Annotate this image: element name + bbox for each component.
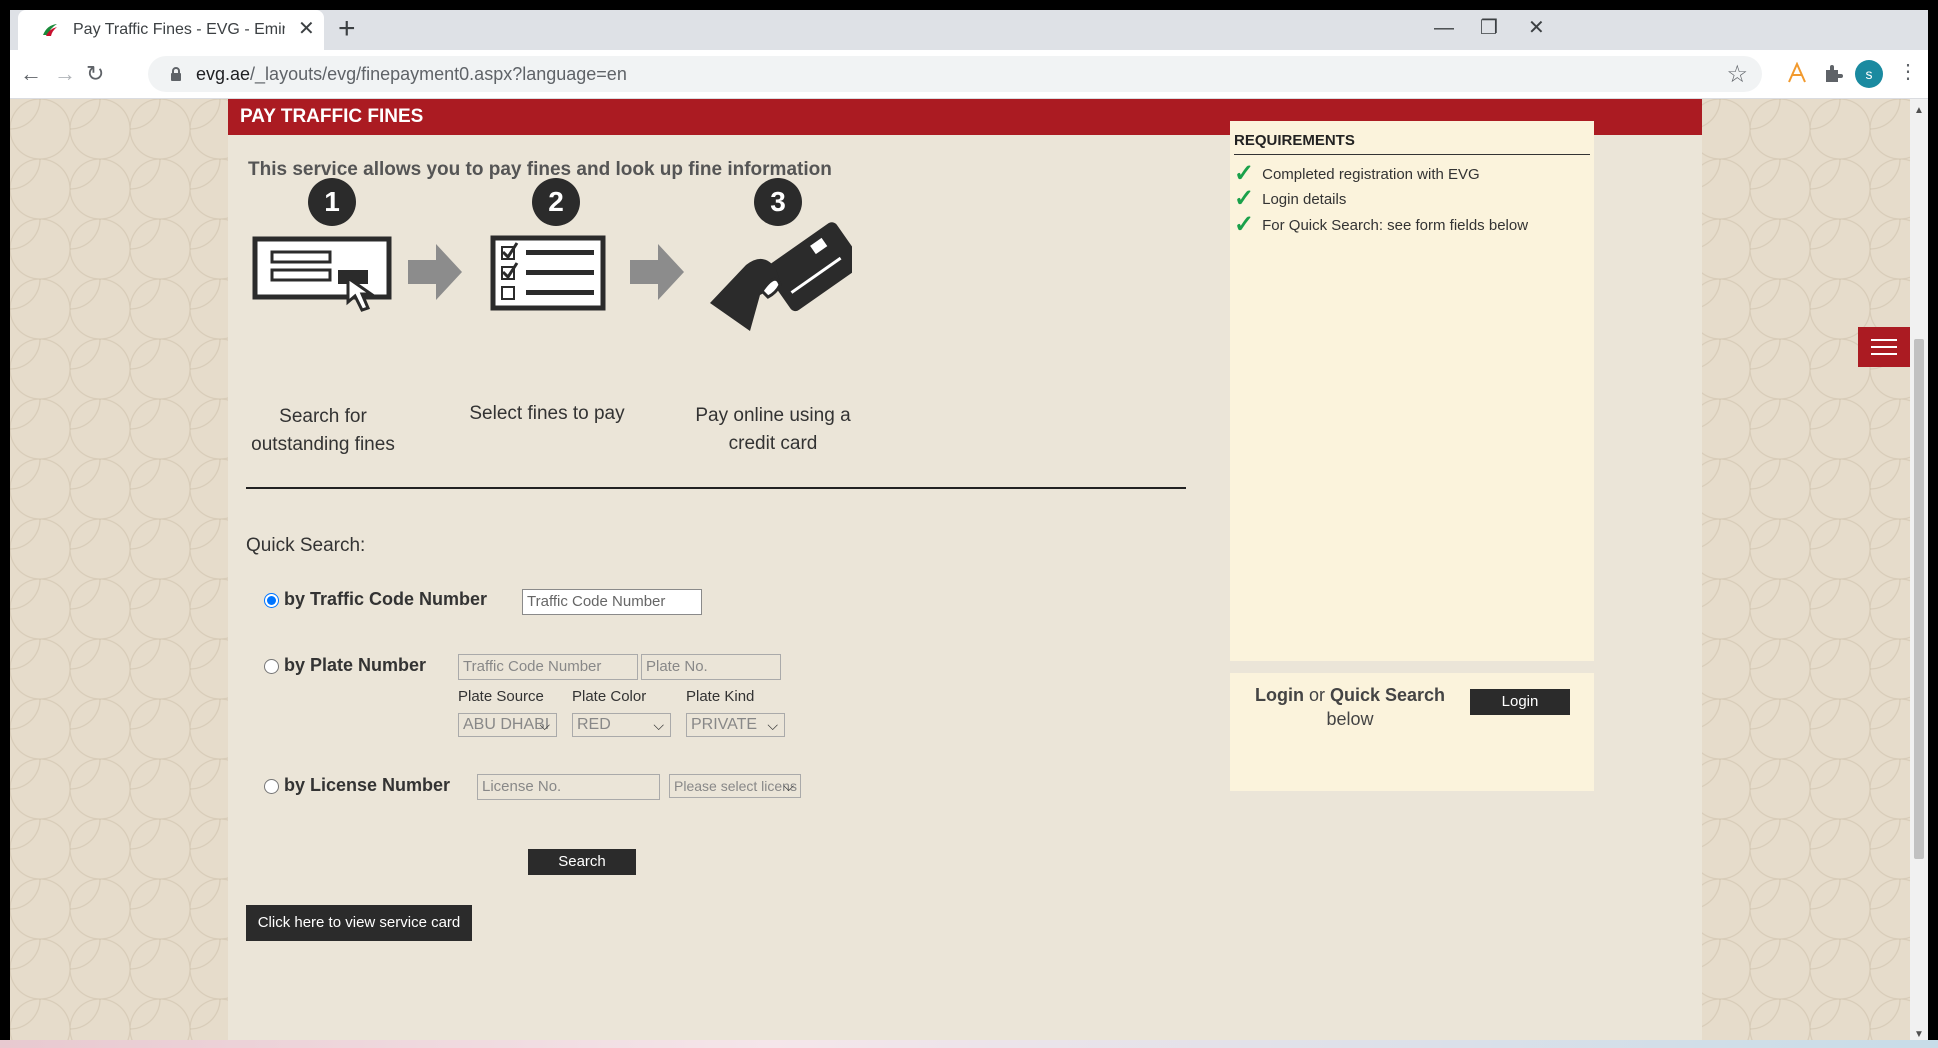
url-text: evg.ae/_layouts/evg/finepayment0.aspx?la… xyxy=(196,64,627,84)
credit-card-hand-icon xyxy=(710,222,852,331)
plate-traffic-code-input[interactable]: Traffic Code Number xyxy=(458,654,638,680)
page-scrollbar[interactable]: ▲ ▼ xyxy=(1910,99,1928,1048)
back-icon[interactable]: ← xyxy=(20,61,42,87)
step-1-label: Search for outstanding fines xyxy=(251,406,395,455)
plate-number-radio[interactable] xyxy=(264,659,279,674)
step-3-number: 3 xyxy=(754,178,802,226)
search-form-icon xyxy=(252,236,392,312)
forward-icon[interactable]: → xyxy=(54,61,76,87)
requirements-panel: REQUIREMENTS ✓ Completed registration wit… xyxy=(1230,121,1594,661)
page-viewport: PAY TRAFFIC FINES This service allows yo… xyxy=(10,99,1910,1048)
step-2-number: 2 xyxy=(532,178,580,226)
requirement-item: ✓ For Quick Search: see form fields below xyxy=(1234,211,1529,238)
requirements-divider xyxy=(1234,154,1590,155)
profile-avatar[interactable]: s xyxy=(1855,60,1883,88)
step-1-number: 1 xyxy=(308,178,356,226)
license-number-option-label[interactable]: by License Number xyxy=(284,775,450,796)
traffic-code-radio[interactable] xyxy=(264,593,279,608)
extension-a-icon[interactable] xyxy=(1786,62,1808,84)
traffic-code-input[interactable]: Traffic Code Number xyxy=(522,589,702,615)
checkmark-icon: ✓ xyxy=(1234,160,1255,187)
license-type-select[interactable]: Please select licens ⌵ xyxy=(669,774,801,798)
browser-menu-icon[interactable]: ⋮ xyxy=(1898,62,1918,82)
login-panel: Login or Quick Search below Login xyxy=(1230,673,1594,791)
plate-kind-select[interactable]: PRIVATE ⌵ xyxy=(686,713,785,737)
section-divider xyxy=(246,487,1186,489)
address-bar[interactable]: evg.ae/_layouts/evg/finepayment0.aspx?la… xyxy=(148,56,1762,92)
service-card-button[interactable]: Click here to view service card xyxy=(246,905,472,941)
step-3-label: Pay online using a credit card xyxy=(695,405,851,454)
requirements-title: REQUIREMENTS xyxy=(1234,132,1355,149)
tab-title: Pay Traffic Fines - EVG - Emirates xyxy=(73,21,285,38)
extensions-puzzle-icon[interactable] xyxy=(1822,62,1844,84)
minimize-icon[interactable]: — xyxy=(1434,16,1454,40)
search-button[interactable]: Search xyxy=(528,849,636,875)
restore-icon[interactable]: ❐ xyxy=(1480,16,1498,40)
license-no-input[interactable]: License No. xyxy=(477,774,660,800)
quick-search-title: Quick Search: xyxy=(246,535,366,556)
plate-number-option-label[interactable]: by Plate Number xyxy=(284,655,426,676)
plate-kind-label: Plate Kind xyxy=(686,688,755,705)
taskbar-strip xyxy=(0,1040,1938,1048)
hamburger-menu-icon[interactable] xyxy=(1858,327,1910,367)
requirement-item: ✓ Login details xyxy=(1234,185,1347,212)
scroll-thumb[interactable] xyxy=(1914,339,1924,859)
browser-toolbar: ← → ↻ evg.ae/_layouts/evg/finepayment0.a… xyxy=(10,50,1928,99)
plate-color-label: Plate Color xyxy=(572,688,647,705)
chevron-down-icon: ⌵ xyxy=(767,717,778,733)
license-number-radio[interactable] xyxy=(264,779,279,794)
browser-window: Pay Traffic Fines - EVG - Emirates ✕ + —… xyxy=(10,10,1928,1048)
tab-close-icon[interactable]: ✕ xyxy=(298,19,315,39)
lock-icon xyxy=(171,67,181,81)
plate-source-select[interactable]: ABU DHABI ⌵ xyxy=(458,713,557,737)
traffic-code-option-label[interactable]: by Traffic Code Number xyxy=(284,589,487,610)
plate-source-label: Plate Source xyxy=(458,688,544,705)
step-2-label: Select fines to pay xyxy=(469,403,625,424)
close-window-icon[interactable]: ✕ xyxy=(1528,16,1545,40)
bookmark-star-icon[interactable]: ☆ xyxy=(1726,60,1748,89)
tab-strip: Pay Traffic Fines - EVG - Emirates ✕ + —… xyxy=(10,10,1928,50)
chevron-down-icon: ⌵ xyxy=(653,717,664,733)
checklist-icon xyxy=(490,235,606,311)
reload-icon[interactable]: ↻ xyxy=(86,61,104,87)
arrow-right-icon xyxy=(408,244,462,300)
login-button[interactable]: Login xyxy=(1470,689,1570,715)
chevron-down-icon: ⌵ xyxy=(783,778,794,794)
page-title: PAY TRAFFIC FINES xyxy=(240,106,424,127)
scroll-up-icon[interactable]: ▲ xyxy=(1914,105,1924,116)
chevron-down-icon: ⌵ xyxy=(539,717,550,733)
scroll-down-icon[interactable]: ▼ xyxy=(1914,1029,1924,1040)
main-content: PAY TRAFFIC FINES This service allows yo… xyxy=(228,99,1702,1048)
new-tab-icon[interactable]: + xyxy=(338,14,356,44)
login-prompt: Login or Quick Search below xyxy=(1254,685,1446,729)
plate-color-select[interactable]: RED ⌵ xyxy=(572,713,671,737)
evg-favicon-icon xyxy=(43,24,57,36)
checkmark-icon: ✓ xyxy=(1234,185,1255,212)
browser-tab[interactable]: Pay Traffic Fines - EVG - Emirates ✕ xyxy=(18,10,324,50)
plate-no-input[interactable]: Plate No. xyxy=(641,654,781,680)
checkmark-icon: ✓ xyxy=(1234,211,1255,238)
arrow-right-icon xyxy=(630,244,684,300)
